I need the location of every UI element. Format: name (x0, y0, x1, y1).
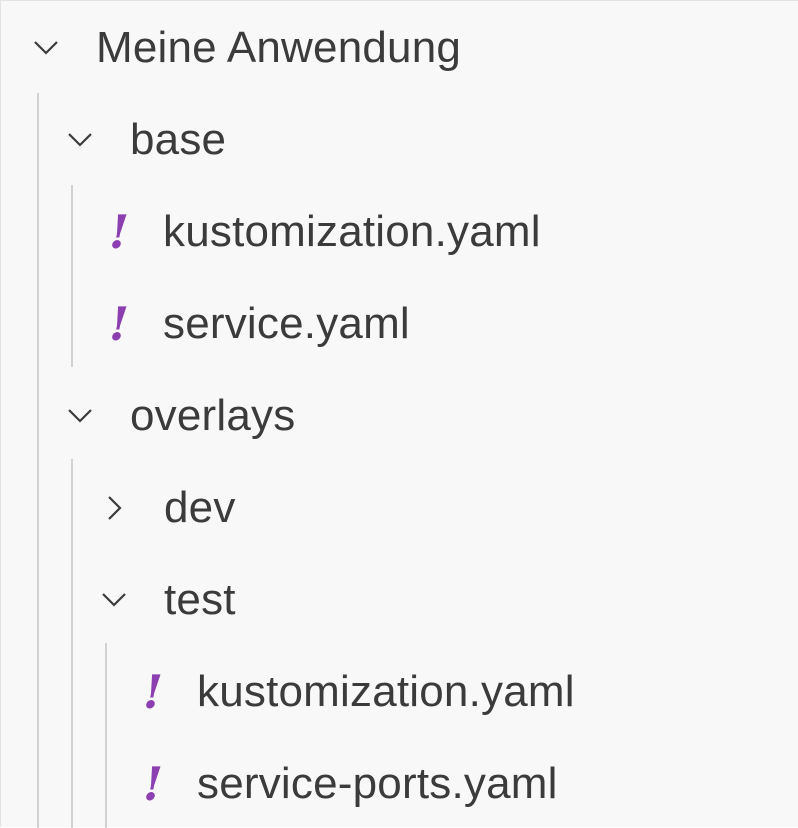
tree-item-folder-base[interactable]: base (1, 97, 798, 183)
chevron-right-icon[interactable] (97, 491, 131, 525)
tree-item-file[interactable]: ! service.yaml (1, 281, 798, 367)
tree-item-label: kustomization.yaml (197, 667, 575, 716)
tree-item-folder-test[interactable]: test (1, 557, 798, 643)
chevron-down-icon[interactable] (29, 31, 63, 65)
yaml-icon: ! (108, 297, 130, 351)
tree-item-label: base (130, 115, 227, 164)
chevron-down-icon[interactable] (97, 583, 131, 617)
tree-item-label: service-ports.yaml (197, 759, 558, 808)
yaml-icon: ! (142, 757, 164, 811)
yaml-icon: ! (108, 205, 130, 259)
tree-item-file[interactable]: ! kustomization.yaml (1, 649, 798, 735)
tree-item-file[interactable]: ! kustomization.yaml (1, 189, 798, 275)
file-explorer-tree: Meine Anwendung base ! kustomization.yam… (0, 0, 798, 828)
tree-item-file[interactable]: ! service-ports.yaml (1, 741, 798, 827)
tree-item-root-folder[interactable]: Meine Anwendung (1, 5, 798, 91)
tree-item-label: test (164, 575, 236, 624)
tree-item-label: service.yaml (163, 299, 410, 348)
tree-item-folder-overlays[interactable]: overlays (1, 373, 798, 459)
chevron-down-icon[interactable] (63, 123, 97, 157)
yaml-icon: ! (142, 665, 164, 719)
tree-item-label: kustomization.yaml (163, 207, 541, 256)
tree-item-folder-dev[interactable]: dev (1, 465, 798, 551)
chevron-down-icon[interactable] (63, 399, 97, 433)
tree-item-label: overlays (130, 391, 296, 440)
tree-item-label: Meine Anwendung (96, 23, 462, 72)
tree-item-label: dev (164, 483, 236, 532)
